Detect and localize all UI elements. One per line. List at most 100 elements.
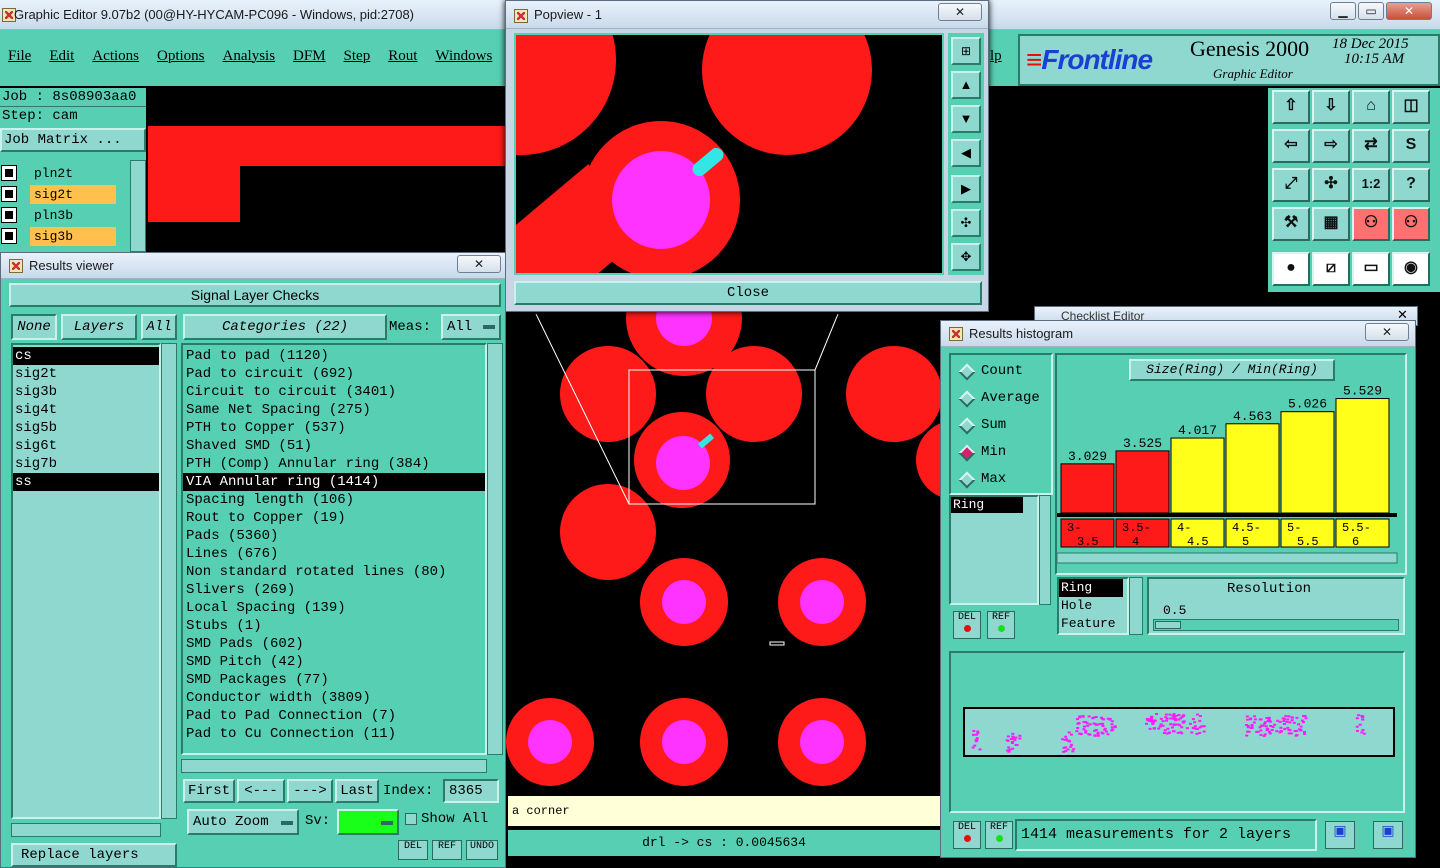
ring-list[interactable]: Ring [949, 495, 1039, 605]
pv-up-icon[interactable]: ▲ [951, 71, 981, 99]
scale-icon[interactable]: 1:2 [1352, 168, 1390, 202]
meas-dropdown[interactable]: All [441, 314, 501, 340]
ruler-icon[interactable]: ▭ [1352, 252, 1390, 286]
layer-list-item[interactable]: sig2t [13, 365, 159, 383]
window-icon[interactable]: ◫ [1392, 90, 1430, 124]
histogram-bar[interactable] [1115, 450, 1170, 514]
layer-scrollbar[interactable] [130, 160, 146, 252]
mode-option[interactable]: Max [951, 469, 1051, 491]
pan-right-icon[interactable]: ⇨ [1312, 129, 1350, 163]
category-hscroll[interactable] [181, 759, 487, 773]
target-icon[interactable]: ◉ [1392, 252, 1430, 286]
status-ref-button[interactable]: REF [985, 821, 1013, 849]
measure-list[interactable]: Ring Hole Feature [1057, 577, 1129, 635]
category-item[interactable]: Lines (676) [183, 545, 485, 563]
mode-option[interactable]: Sum [951, 415, 1051, 437]
maximize-button[interactable]: ▭ [1358, 2, 1384, 20]
category-item[interactable]: Same Net Spacing (275) [183, 401, 485, 419]
nav-first[interactable]: First [183, 779, 235, 803]
help-icon[interactable]: ? [1392, 168, 1430, 202]
filter-layers[interactable]: Layers [61, 314, 137, 340]
radio-icon[interactable] [958, 417, 976, 435]
resolution-slider-thumb[interactable] [1155, 621, 1181, 629]
swap-icon[interactable]: ⇄ [1352, 129, 1390, 163]
menu-file[interactable]: File [8, 48, 31, 65]
chart-hscroll[interactable] [1057, 552, 1398, 564]
category-item[interactable]: Pad to circuit (692) [183, 365, 485, 383]
category-item[interactable]: Stubs (1) [183, 617, 485, 635]
layer-checkbox[interactable] [1, 207, 17, 223]
layer-name[interactable]: sig3b [30, 227, 116, 246]
category-item[interactable]: Pads (5360) [183, 527, 485, 545]
minimize-button[interactable]: ▁ [1330, 2, 1356, 20]
histogram-bar[interactable] [1225, 423, 1280, 514]
board-view[interactable] [506, 300, 940, 796]
category-item[interactable]: Slivers (269) [183, 581, 485, 599]
histogram-close-x[interactable]: ✕ [1365, 323, 1409, 341]
nav-last[interactable]: Last [335, 779, 379, 803]
measure-icon[interactable]: ⧄ [1312, 252, 1350, 286]
histogram-bar[interactable] [1280, 411, 1335, 514]
menu-windows[interactable]: Windows [435, 48, 492, 65]
show-all-checkbox[interactable] [405, 813, 417, 825]
menu-dfm[interactable]: DFM [293, 48, 326, 65]
resolution-slider[interactable] [1153, 619, 1399, 631]
layer-row[interactable]: sig3b [0, 227, 118, 246]
pan-left-icon[interactable]: ⇦ [1272, 129, 1310, 163]
net-icon[interactable]: ⚇ [1352, 207, 1390, 241]
category-item[interactable]: PTH to Copper (537) [183, 419, 485, 437]
tool-icon[interactable]: ⚒ [1272, 207, 1310, 241]
histogram-bar[interactable] [1170, 437, 1225, 514]
category-item[interactable]: PTH (Comp) Annular ring (384) [183, 455, 485, 473]
category-item[interactable]: SMD Packages (77) [183, 671, 485, 689]
layer-row[interactable]: pln2t [0, 164, 118, 183]
menu-actions[interactable]: Actions [92, 48, 139, 65]
auto-zoom-dropdown[interactable]: Auto Zoom [187, 809, 299, 835]
histogram-bar[interactable] [1060, 463, 1115, 514]
layer-checkbox[interactable] [1, 228, 17, 244]
pv-left-icon[interactable]: ◀ [951, 139, 981, 167]
mode-option[interactable]: Count [951, 361, 1051, 383]
job-matrix-button[interactable]: Job Matrix ... [0, 128, 146, 152]
filter-none[interactable]: None [11, 314, 57, 340]
nav-next[interactable]: ---> [287, 779, 333, 803]
category-item[interactable]: SMD Pads (602) [183, 635, 485, 653]
filter-all[interactable]: All [141, 314, 177, 340]
layer-row[interactable]: pln3b [0, 206, 118, 225]
popview-close-button[interactable]: Close [514, 281, 982, 305]
layer-list-vscroll[interactable] [161, 343, 177, 819]
layer-name[interactable]: pln2t [30, 164, 116, 183]
layer-row[interactable]: sig2t [0, 185, 118, 204]
category-item[interactable]: Non standard rotated lines (80) [183, 563, 485, 581]
category-item[interactable]: Circuit to circuit (3401) [183, 383, 485, 401]
close-button[interactable]: ✕ [1386, 2, 1432, 20]
category-item[interactable]: Pad to Pad Connection (7) [183, 707, 485, 725]
layer-list-item[interactable]: cs [13, 347, 159, 365]
category-item[interactable]: SMD Pitch (42) [183, 653, 485, 671]
index-field[interactable]: 8365 [443, 779, 499, 803]
export-icon-2[interactable]: ▣ [1373, 821, 1403, 849]
popview-canvas[interactable] [514, 33, 944, 275]
layer-name[interactable]: pln3b [30, 206, 116, 225]
export-icon[interactable]: ▣ [1325, 821, 1355, 849]
layer-checkbox[interactable] [1, 165, 17, 181]
radio-icon[interactable] [958, 390, 976, 408]
layer-name[interactable]: sig2t [30, 185, 116, 204]
pv-down-icon[interactable]: ▼ [951, 105, 981, 133]
layer-list-item[interactable]: sig6t [13, 437, 159, 455]
pv-right-icon[interactable]: ▶ [951, 175, 981, 203]
point-icon[interactable]: ● [1272, 252, 1310, 286]
fit-icon[interactable]: ⤢ [1272, 168, 1310, 202]
category-item[interactable]: Local Spacing (139) [183, 599, 485, 617]
nav-prev[interactable]: <--- [237, 779, 285, 803]
layer-list-item[interactable]: ss [13, 473, 159, 491]
menu-rout[interactable]: Rout [388, 48, 417, 65]
layer-list-item[interactable]: sig7b [13, 455, 159, 473]
bottom-del-button[interactable]: DEL [398, 840, 428, 860]
net-2-icon[interactable]: ⚇ [1392, 207, 1430, 241]
zoom-up-icon[interactable]: ⇧ [1272, 90, 1310, 124]
category-list[interactable]: Pad to pad (1120) Pad to circuit (692) Cir… [181, 343, 487, 755]
pv-zoom-icon[interactable]: ⊞ [951, 37, 981, 65]
hist-del-button[interactable]: DEL [953, 611, 981, 639]
bottom-ref-button[interactable]: REF [432, 840, 462, 860]
